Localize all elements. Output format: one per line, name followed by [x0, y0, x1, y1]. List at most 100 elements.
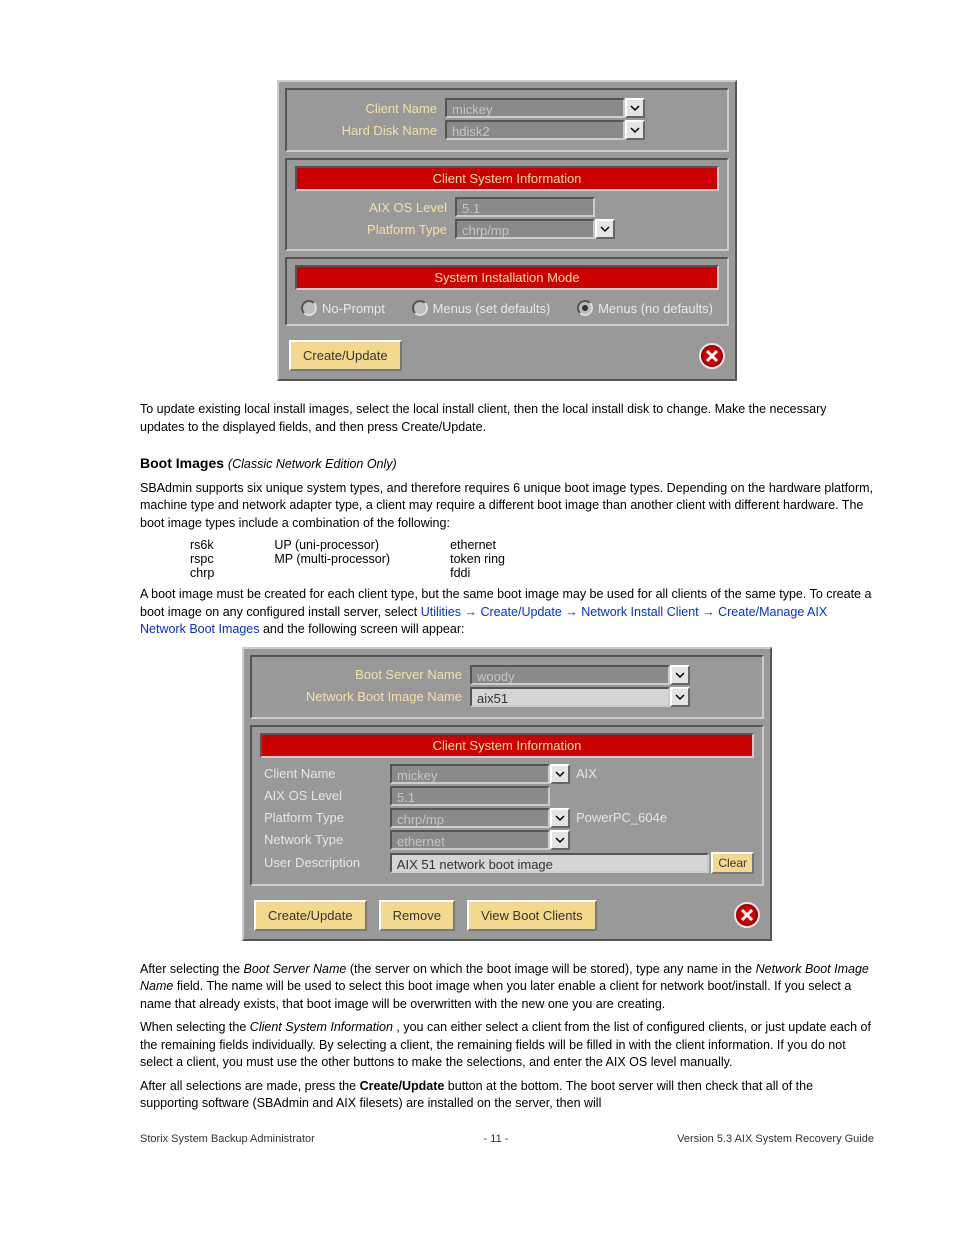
text: field. The name will be used to select t…	[140, 979, 851, 1011]
network-type-dropdown[interactable]	[550, 830, 570, 850]
client-name-dropdown2[interactable]	[550, 764, 570, 784]
image-name-input[interactable]: aix51	[470, 687, 670, 707]
section-header-client-info2: Client System Information	[260, 733, 754, 758]
radio-label: Menus (no defaults)	[598, 301, 713, 316]
close-button[interactable]	[699, 343, 725, 369]
paragraph: To update existing local install images,…	[140, 401, 874, 436]
list-column: rs6k rspc chrp	[190, 538, 214, 580]
user-desc-label: User Description	[260, 855, 390, 870]
heading: Boot Images (Classic Network Edition Onl…	[140, 454, 874, 474]
list-item: ethernet	[450, 538, 505, 552]
client-name-label: Client Name	[295, 101, 445, 116]
image-name-label: Network Boot Image Name	[290, 689, 470, 704]
radio-icon	[301, 300, 317, 316]
user-desc-input[interactable]: AIX 51 network boot image	[390, 853, 710, 873]
radio-icon	[577, 300, 593, 316]
aix-os-level-label: AIX OS Level	[335, 200, 455, 215]
block-client-system-info2: Client System Information Client Name mi…	[250, 725, 764, 886]
text: When selecting the	[140, 1020, 250, 1034]
aix-os-level-input[interactable]: 5.1	[455, 197, 595, 217]
network-type-label: Network Type	[260, 832, 390, 847]
arrow-icon: →	[702, 605, 718, 619]
arrow-icon: →	[565, 605, 581, 619]
boot-server-label: Boot Server Name	[290, 667, 470, 682]
list-item: fddi	[450, 566, 505, 580]
platform-type-label: Platform Type	[335, 222, 455, 237]
platform-extra-label: PowerPC_604e	[576, 810, 667, 825]
list-column: UP (uni-processor) MP (multi-processor)	[274, 538, 390, 580]
arrow-icon: →	[464, 605, 480, 619]
section-header-client-info: Client System Information	[295, 166, 719, 191]
radio-label: No-Prompt	[322, 301, 385, 316]
platform-type-input[interactable]: chrp/mp	[455, 219, 595, 239]
aix-os-label2: AIX OS Level	[260, 788, 390, 803]
paragraph: After all selections are made, press the…	[140, 1078, 874, 1113]
footer-center: - 11 -	[484, 1133, 509, 1145]
network-type-input[interactable]: ethernet	[390, 830, 550, 850]
create-update-button[interactable]: Create/Update	[289, 340, 402, 371]
platform-dropdown2[interactable]	[550, 808, 570, 828]
close-button2[interactable]	[734, 902, 760, 928]
aix-os-input2[interactable]: 5.1	[390, 786, 550, 806]
hard-disk-input[interactable]: hdisk2	[445, 120, 625, 140]
text-bold: Create/Update	[360, 1079, 445, 1093]
list-item: token ring	[450, 552, 505, 566]
remove-button[interactable]: Remove	[379, 900, 455, 931]
client-name-dropdown[interactable]	[625, 98, 645, 118]
client-extra-label: AIX	[576, 766, 597, 781]
platform-type-dropdown[interactable]	[595, 219, 615, 239]
create-update-button2[interactable]: Create/Update	[254, 900, 367, 931]
image-name-dropdown[interactable]	[670, 687, 690, 707]
text: (the server on which the boot image will…	[350, 962, 756, 976]
panel-local-install: Client Name mickey Hard Disk Name hdisk2…	[277, 80, 737, 381]
heading-text: Boot Images	[140, 455, 224, 471]
nav-link: Client	[667, 605, 702, 619]
heading-sub: (Classic Network Edition Only)	[228, 457, 397, 471]
list-item: UP (uni-processor)	[274, 538, 390, 552]
footer-right: Version 5.3 AIX System Recovery Guide	[677, 1133, 874, 1145]
footer-left: Storix System Backup Administrator	[140, 1133, 315, 1145]
client-name-input2[interactable]: mickey	[390, 764, 550, 784]
paragraph: After selecting the Boot Server Name (th…	[140, 961, 874, 1014]
nav-link: Utilities	[421, 605, 465, 619]
paragraph: SBAdmin supports six unique system types…	[140, 480, 874, 533]
text: After all selections are made, press the	[140, 1079, 360, 1093]
paragraph: When selecting the Client System Informa…	[140, 1019, 874, 1072]
paragraph: A boot image must be created for each cl…	[140, 586, 874, 639]
platform-label2: Platform Type	[260, 810, 390, 825]
block-client-system-info: Client System Information AIX OS Level 5…	[285, 158, 729, 251]
text: After selecting the	[140, 962, 244, 976]
text-italic: Boot Server Name	[244, 962, 347, 976]
nav-link: Network Install	[581, 605, 666, 619]
radio-icon	[412, 300, 428, 316]
panel-network-boot-image: Boot Server Name woody Network Boot Imag…	[242, 647, 772, 941]
list-item: MP (multi-processor)	[274, 552, 390, 566]
text: and the following screen will appear:	[263, 622, 465, 636]
radio-menus-no-defaults[interactable]: Menus (no defaults)	[577, 300, 713, 316]
list-item: rspc	[190, 552, 214, 566]
list-item: rs6k	[190, 538, 214, 552]
boot-server-dropdown[interactable]	[670, 665, 690, 685]
text-italic: Client System Information	[250, 1020, 393, 1034]
list-column: ethernet token ring fddi	[450, 538, 505, 580]
clear-button[interactable]: Clear	[711, 852, 754, 874]
button-bar2: Create/Update Remove View Boot Clients	[244, 892, 770, 939]
list-item: chrp	[190, 566, 214, 580]
client-name-label2: Client Name	[260, 766, 390, 781]
block-client-disk: Client Name mickey Hard Disk Name hdisk2	[285, 88, 729, 152]
hard-disk-label: Hard Disk Name	[295, 123, 445, 138]
hard-disk-dropdown[interactable]	[625, 120, 645, 140]
section-header-install-mode: System Installation Mode	[295, 265, 719, 290]
view-boot-clients-button[interactable]: View Boot Clients	[467, 900, 597, 931]
radio-menus-defaults[interactable]: Menus (set defaults)	[412, 300, 551, 316]
block-install-mode: System Installation Mode No-Prompt Menus…	[285, 257, 729, 326]
nav-link: Create/Update	[480, 605, 565, 619]
radio-no-prompt[interactable]: No-Prompt	[301, 300, 385, 316]
block-boot-server: Boot Server Name woody Network Boot Imag…	[250, 655, 764, 719]
platform-input2[interactable]: chrp/mp	[390, 808, 550, 828]
button-bar: Create/Update	[279, 332, 735, 379]
boot-server-input[interactable]: woody	[470, 665, 670, 685]
page-footer: Storix System Backup Administrator - 11 …	[140, 1133, 874, 1145]
client-name-input[interactable]: mickey	[445, 98, 625, 118]
radio-label: Menus (set defaults)	[433, 301, 551, 316]
